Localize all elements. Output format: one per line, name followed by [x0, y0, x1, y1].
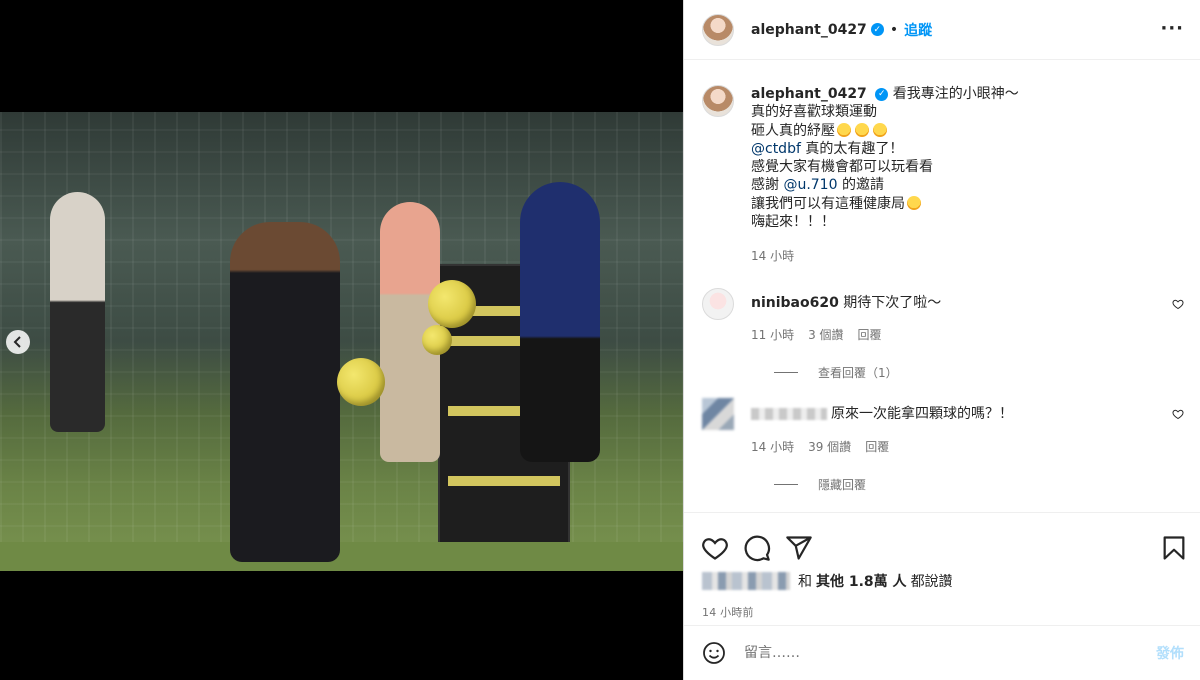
likes-suffix: 都說讚	[910, 574, 953, 590]
caption-text: 的邀請	[841, 177, 884, 194]
caption-text: 真的太有趣了！	[805, 140, 904, 157]
comment-input[interactable]	[744, 645, 1156, 661]
caption-text: 砸人真的紓壓	[751, 122, 835, 139]
referee-figure	[520, 182, 600, 462]
author-username[interactable]: alephant_0427	[751, 22, 867, 38]
post-side-panel: alephant_0427 ✓ • 追蹤 ··· alephant_0427 ✓…	[683, 0, 1200, 680]
caption-text: 讓我們可以有這種健康局	[751, 195, 905, 212]
comment-text: 原來一次能拿四顆球的嗎？！	[831, 406, 1013, 423]
caption-username[interactable]: alephant_0427	[751, 86, 867, 102]
post-actions: 和 其他 1.8萬 人 都說讚 14 小時前 發佈	[684, 512, 1200, 680]
caption-line: 看我專注的小眼神～	[892, 86, 1019, 102]
more-options-button[interactable]: ···	[1160, 18, 1184, 39]
rofl-emoji-icon	[837, 122, 851, 137]
caption-line: 感謝 @u.710 的邀請	[751, 176, 1171, 194]
instagram-post-modal: alephant_0427 ✓ • 追蹤 ··· alephant_0427 ✓…	[0, 0, 1200, 680]
verified-badge-icon: ✓	[870, 23, 884, 36]
header-separator: •	[889, 21, 899, 38]
comment-username-blurred[interactable]	[751, 408, 827, 421]
hide-replies-toggle[interactable]: 隱藏回覆	[774, 476, 1184, 493]
post-header: alephant_0427 ✓ • 追蹤 ···	[684, 0, 1200, 60]
banner-stripe	[448, 476, 560, 486]
caption-line: 嗨起來！！！	[751, 214, 835, 231]
dodgeball	[337, 358, 385, 406]
like-heart-icon[interactable]	[701, 534, 729, 562]
media-pane	[0, 0, 683, 680]
likes-count[interactable]: 其他 1.8萬 人	[816, 571, 907, 591]
rofl-emoji-icon	[855, 122, 869, 137]
comment-body: ninibao620 期待下次了啦～ 11 小時 3 個讚 回覆	[751, 288, 1171, 345]
comment-meta: 11 小時 3 個讚 回覆	[751, 326, 1171, 344]
caption-time[interactable]: 14 小時	[751, 247, 794, 265]
mention-link[interactable]: @ctdbf	[751, 141, 801, 157]
comment-time[interactable]: 11 小時	[751, 326, 794, 344]
reply-button[interactable]: 回覆	[858, 326, 882, 344]
author-avatar[interactable]	[702, 85, 734, 117]
author-avatar[interactable]	[702, 13, 734, 46]
like-comment-heart-icon[interactable]	[1172, 408, 1184, 420]
post-comment-button[interactable]: 發佈	[1156, 643, 1184, 663]
add-comment-bar: 發佈	[684, 625, 1200, 680]
hide-replies-label: 隱藏回覆	[818, 477, 867, 492]
player-figure	[230, 222, 340, 562]
caption: alephant_0427 ✓ 看我專注的小眼神～ 真的好喜歡球類運動 砸人真的…	[702, 85, 1184, 266]
caption-body: alephant_0427 ✓ 看我專注的小眼神～ 真的好喜歡球類運動 砸人真的…	[751, 85, 1171, 266]
rofl-emoji-icon	[873, 122, 887, 137]
follow-button[interactable]: 追蹤	[904, 20, 932, 40]
action-bar	[684, 513, 1200, 569]
view-replies-toggle[interactable]: 查看回覆（1）	[774, 364, 1184, 381]
reply-button[interactable]: 回覆	[865, 438, 889, 456]
post-timestamp[interactable]: 14 小時前	[684, 604, 1200, 620]
commenter-avatar-blurred[interactable]	[702, 398, 734, 431]
comments-section[interactable]: alephant_0427 ✓ 看我專注的小眼神～ 真的好喜歡球類運動 砸人真的…	[684, 61, 1200, 511]
carousel-prev-button[interactable]	[6, 330, 30, 354]
caption-line: @ctdbf 真的太有趣了！	[751, 140, 1171, 158]
divider-line	[774, 483, 798, 485]
caption-line: 讓我們可以有這種健康局	[751, 195, 1171, 213]
caption-line: 真的好喜歡球類運動	[751, 104, 877, 121]
view-replies-label: 查看回覆（1）	[818, 366, 898, 381]
comment-likes[interactable]: 39 個讚	[808, 438, 851, 456]
liker-avatars-blurred	[702, 572, 790, 590]
comment-likes[interactable]: 3 個讚	[808, 326, 843, 344]
turf-field	[0, 542, 683, 571]
verified-badge-icon: ✓	[875, 87, 889, 101]
comment-body: 原來一次能拿四顆球的嗎？！ 14 小時 39 個讚 回覆	[751, 398, 1171, 456]
comment-item: ninibao620 期待下次了啦～ 11 小時 3 個讚 回覆	[702, 287, 1184, 345]
comment-meta: 14 小時 39 個讚 回覆	[751, 438, 1171, 456]
caption-line: 砸人真的紓壓	[751, 122, 1171, 140]
commenter-avatar[interactable]	[702, 287, 734, 320]
divider-line	[774, 372, 798, 374]
post-photo[interactable]	[0, 112, 683, 571]
save-bookmark-icon[interactable]	[1160, 534, 1188, 562]
player-figure	[50, 192, 105, 432]
comment-bubble-icon[interactable]	[743, 534, 771, 562]
likes-prefix: 和	[798, 574, 812, 590]
like-comment-heart-icon[interactable]	[1172, 298, 1184, 310]
rofl-emoji-icon	[907, 195, 921, 210]
share-paper-plane-icon[interactable]	[785, 534, 813, 562]
caption-line: 感覺大家有機會都可以玩看看	[751, 159, 933, 176]
comment-time[interactable]: 14 小時	[751, 438, 794, 456]
comment-text: 期待下次了啦～	[843, 294, 942, 311]
caption-text: 感謝	[751, 177, 779, 194]
emoji-smiley-icon[interactable]	[702, 641, 726, 665]
chevron-left-icon	[13, 336, 21, 348]
dodgeball	[428, 280, 476, 328]
comment-username[interactable]: ninibao620	[751, 295, 839, 311]
mention-link[interactable]: @u.710	[783, 177, 837, 193]
caption-meta: 14 小時	[751, 247, 1171, 265]
comment-item: 原來一次能拿四顆球的嗎？！ 14 小時 39 個讚 回覆	[702, 398, 1184, 456]
dodgeball	[422, 325, 452, 355]
likes-summary[interactable]: 和 其他 1.8萬 人 都說讚	[684, 571, 1200, 591]
